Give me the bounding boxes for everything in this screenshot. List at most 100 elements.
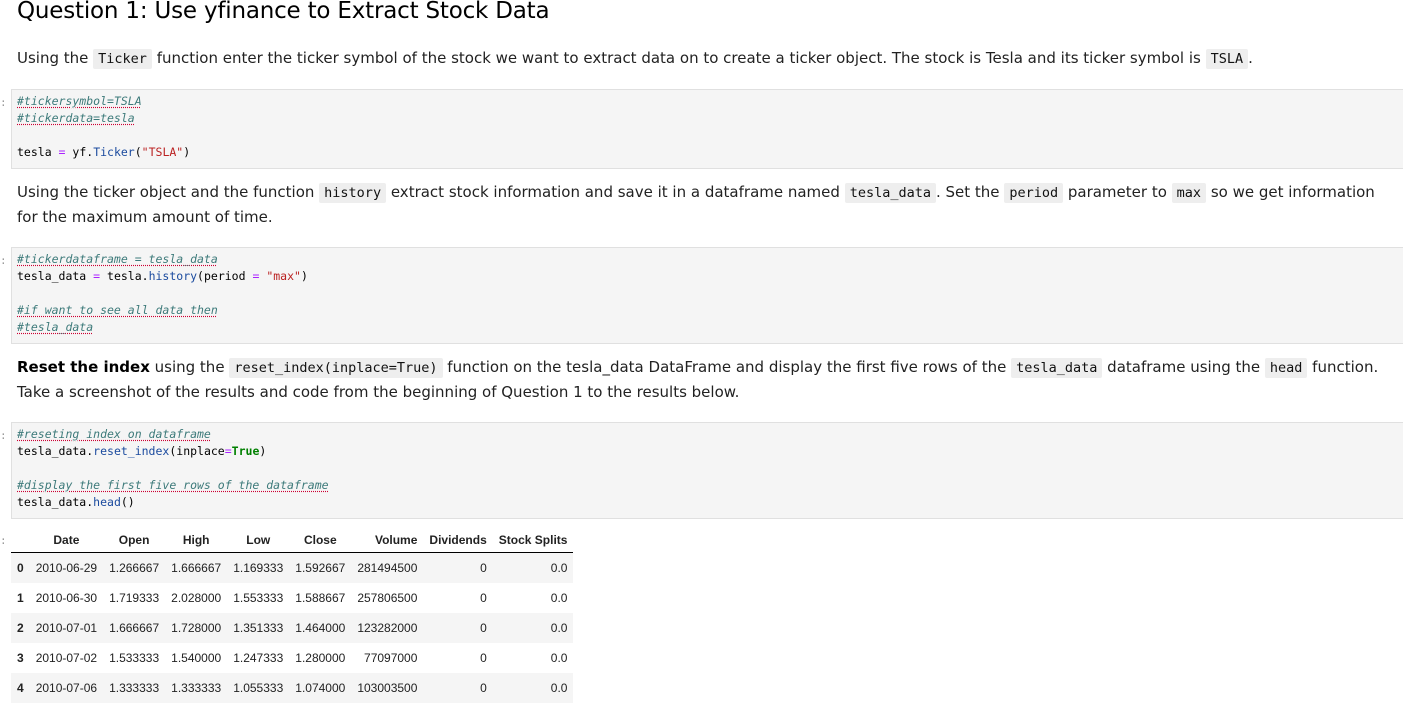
table-cell: 1.464000 [295, 621, 346, 635]
table-cell: 1.728000 [171, 621, 222, 635]
column-header-open: Open [103, 528, 166, 553]
table-row: 0 2010-06-29 1.266667 1.666667 1.169333 1.592… [11, 552, 574, 583]
code-text: ) [259, 444, 267, 458]
code-keyword: True [231, 444, 260, 458]
table-cell: 1.266667 [109, 561, 160, 575]
table-cell: 1.592667 [295, 561, 346, 575]
table-cell: 0.0 [550, 561, 568, 575]
table-cell: 0.0 [550, 591, 568, 605]
inline-code: tesla_data [1011, 358, 1103, 378]
table-cell: 1.666667 [171, 561, 222, 575]
column-header-date: Date [29, 528, 104, 553]
code-cell-1[interactable]: #tickersymbol=TSLA #tickerdata=tesla tes… [11, 89, 1403, 169]
table-cell: 123282000 [357, 621, 418, 635]
code-comment: #tickersymbol=TSLA [17, 94, 142, 108]
table-cell: 281494500 [357, 561, 418, 575]
table-cell: 0 [480, 591, 487, 605]
code-function: history [148, 269, 198, 283]
text: Using the ticker object and the function [17, 183, 320, 201]
cell-prompt: : [0, 96, 7, 109]
table-cell: 2010-06-30 [35, 591, 98, 605]
text: function on the tesla_data DataFrame and… [442, 358, 1012, 376]
table-cell: 0.0 [550, 681, 568, 695]
code-cell-2[interactable]: #tickerdataframe = tesla_data tesla_data… [11, 247, 1403, 344]
text: extract stock information and save it in… [386, 183, 845, 201]
text: . [1248, 49, 1253, 67]
code-comment: #reseting index on dataframe [17, 427, 211, 441]
table-cell: 0 [480, 621, 487, 635]
section-heading: Question 1: Use yfinance to Extract Stoc… [17, 0, 550, 24]
table-cell: 1.247333 [233, 651, 284, 665]
row-index: 2 [17, 621, 24, 635]
column-header-low: Low [227, 528, 290, 553]
table-cell: 1.351333 [233, 621, 284, 635]
column-header-dividends: Dividends [423, 528, 493, 553]
cell-prompt: : [0, 429, 7, 442]
code-comment: #if want to see all data then [17, 303, 218, 317]
code-string: "TSLA" [141, 145, 184, 159]
code-function: Ticker [93, 145, 135, 159]
inline-code: history [319, 183, 387, 203]
markdown-cell-2: Using the ticker object and the function… [17, 180, 1383, 229]
table-cell: 77097000 [364, 651, 418, 665]
column-header-high: High [165, 528, 228, 553]
table-cell: 1.553333 [233, 591, 284, 605]
table-cell: 2010-07-01 [35, 621, 98, 635]
table-cell: 0 [480, 651, 487, 665]
text: using the [149, 358, 230, 376]
code-comment: #tickerdataframe = tesla_data [17, 252, 218, 266]
code-function: head [93, 495, 121, 509]
code-text: ) [300, 269, 308, 283]
table-cell: 0 [480, 681, 487, 695]
text: parameter to [1063, 183, 1172, 201]
code-text: tesla_data [17, 269, 94, 283]
inline-code: tesla_data [844, 183, 936, 203]
row-index: 0 [17, 561, 24, 575]
table-row: 2 2010-07-01 1.666667 1.728000 1.351333 1.464… [11, 613, 574, 643]
dataframe-output: Date Open High Low Close Volume Dividend… [11, 528, 574, 703]
table-cell: 1.169333 [233, 561, 284, 575]
table-cell: 0.0 [550, 621, 568, 635]
table-cell: 1.074000 [295, 681, 346, 695]
code-function: reset_index [93, 444, 170, 458]
code-text: tesla_data. [17, 444, 94, 458]
table-cell: 2010-06-29 [35, 561, 98, 575]
code-text: tesla. [100, 269, 149, 283]
table-cell: 2010-07-02 [35, 651, 98, 665]
table-cell: 1.055333 [233, 681, 284, 695]
column-header-volume: Volume [351, 528, 424, 553]
table-cell: 1.280000 [295, 651, 346, 665]
table-cell: 1.533333 [109, 651, 160, 665]
code-text: () [120, 495, 135, 509]
code-text: tesla [17, 145, 59, 159]
row-index: 3 [17, 651, 24, 665]
inline-code: head [1264, 358, 1308, 378]
code-text: (period [197, 269, 253, 283]
text: dataframe using the [1102, 358, 1265, 376]
table-cell: 1.588667 [295, 591, 346, 605]
output-prompt: : [0, 534, 7, 547]
table-row: 3 2010-07-02 1.533333 1.540000 1.247333 1.280… [11, 643, 573, 673]
table-cell: 257806500 [357, 591, 418, 605]
table-cell: 0 [480, 561, 487, 575]
table-cell: 1.333333 [171, 681, 222, 695]
code-cell-3[interactable]: #reseting index on dataframe tesla_data.… [11, 422, 1403, 519]
text: function enter the ticker symbol of the … [151, 49, 1206, 67]
row-index: 1 [17, 591, 24, 605]
code-comment: #tickerdata=tesla [17, 111, 135, 125]
inline-code: Ticker [93, 49, 152, 69]
inline-code: TSLA [1205, 49, 1249, 69]
inline-code: reset_index(inplace=True) [229, 358, 443, 378]
markdown-cell-3: Reset the index using the reset_index(in… [17, 355, 1383, 404]
code-text: yf. [65, 145, 94, 159]
table-cell: 1.719333 [109, 591, 160, 605]
code-text: (inplace [169, 444, 225, 458]
table-header-row: Date Open High Low Close Volume Dividend… [11, 528, 574, 553]
code-text: tesla_data. [17, 495, 94, 509]
text: Using the [17, 49, 94, 67]
index-header [11, 528, 30, 553]
table-cell: 2010-07-06 [35, 681, 98, 695]
table-cell: 0.0 [550, 651, 568, 665]
text: . Set the [935, 183, 1005, 201]
table-row: 4 2010-07-06 1.333333 1.333333 1.055333 1.074… [11, 673, 574, 703]
